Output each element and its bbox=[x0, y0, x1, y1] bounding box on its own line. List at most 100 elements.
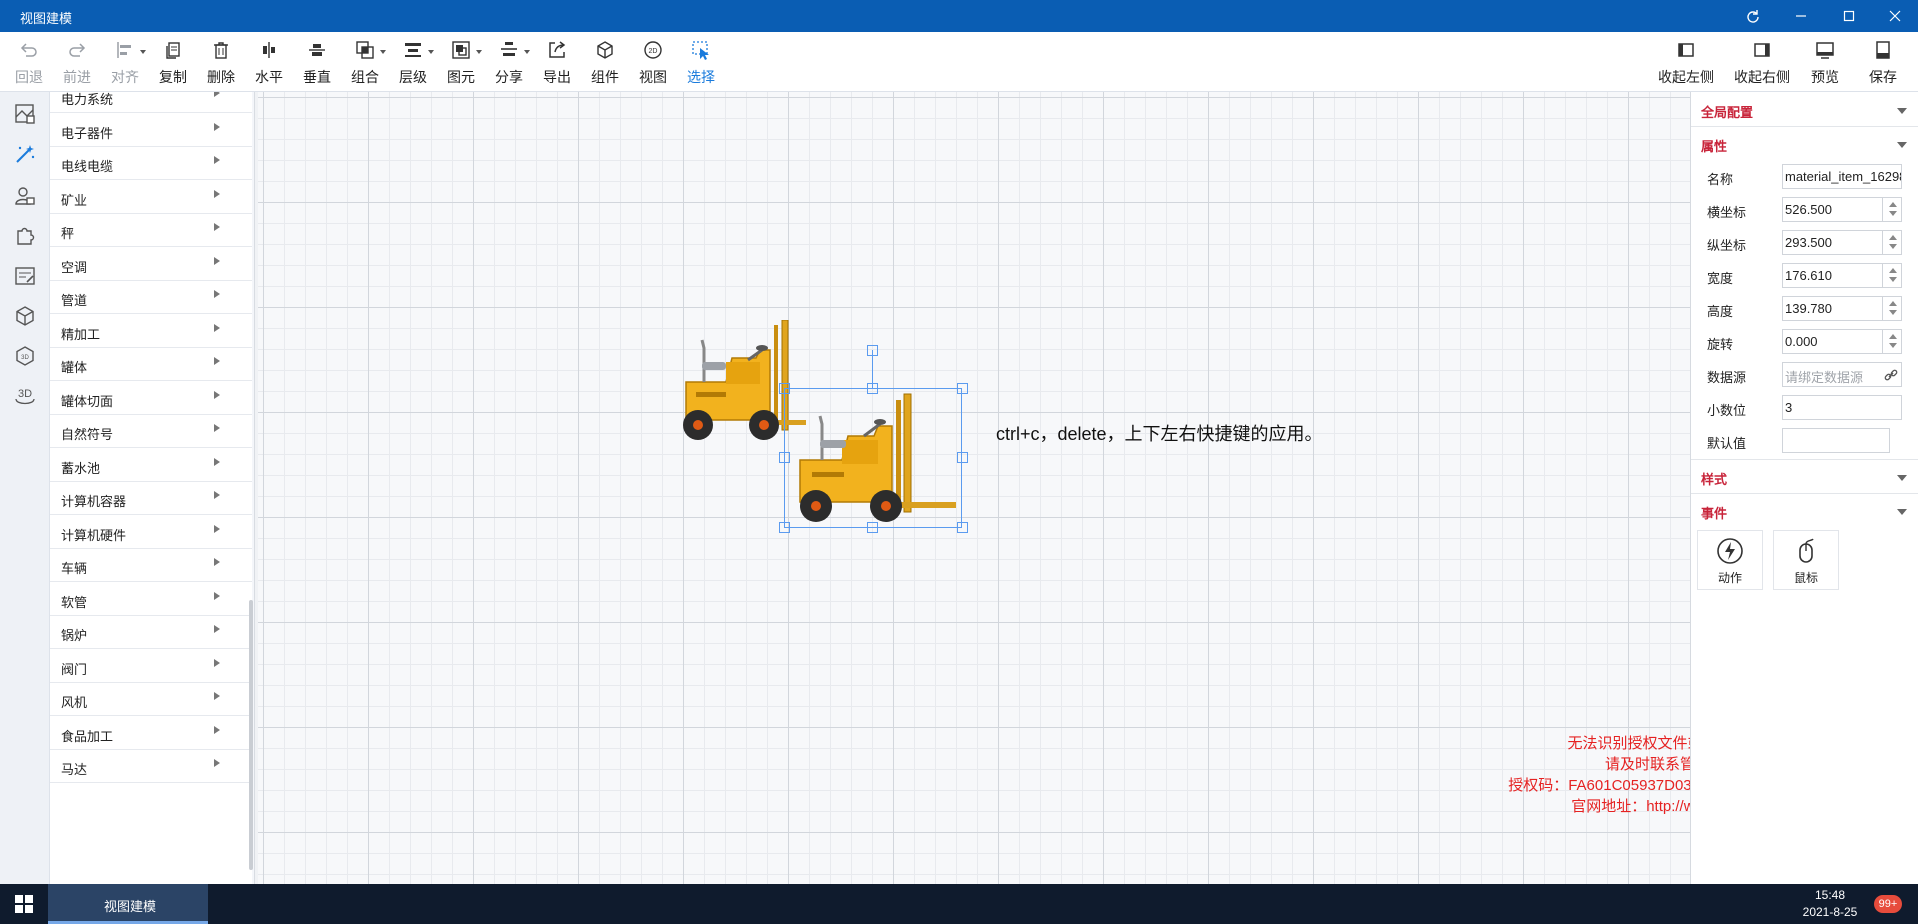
group-icon bbox=[356, 41, 374, 59]
mouse-event-button[interactable]: 鼠标 bbox=[1773, 530, 1839, 590]
rail-item-report[interactable] bbox=[9, 260, 41, 292]
category-label: 马达 bbox=[61, 762, 88, 777]
distribute-button[interactable]: 分享 bbox=[486, 36, 532, 88]
rail-item-3d[interactable]: 3D bbox=[9, 380, 41, 412]
rail-item-user[interactable] bbox=[9, 180, 41, 212]
category-item[interactable]: 罐体切面 bbox=[50, 382, 252, 415]
copy-button[interactable]: 复制 bbox=[150, 36, 196, 88]
category-label: 车辆 bbox=[61, 561, 88, 576]
taskbar-app-view-modeling[interactable]: 视图建模 bbox=[48, 884, 208, 924]
rotate-stepper[interactable] bbox=[1882, 329, 1902, 354]
resize-handle-ne[interactable] bbox=[957, 383, 968, 394]
category-item[interactable]: 车辆 bbox=[50, 549, 252, 582]
resize-handle-nw[interactable] bbox=[779, 383, 790, 394]
category-item[interactable]: 秤 bbox=[50, 214, 252, 247]
component-button[interactable]: 组件 bbox=[582, 36, 628, 88]
category-item[interactable]: 计算机硬件 bbox=[50, 516, 252, 549]
style-header[interactable]: 样式 bbox=[1691, 459, 1918, 493]
primitive-button[interactable]: 图元 bbox=[438, 36, 484, 88]
refresh-button[interactable] bbox=[1730, 0, 1776, 32]
style-title: 样式 bbox=[1701, 472, 1728, 487]
link-icon[interactable] bbox=[1883, 367, 1899, 383]
notification-badge[interactable]: 99+ bbox=[1874, 895, 1902, 913]
rail-item-scene[interactable] bbox=[9, 98, 41, 130]
design-canvas[interactable]: ctrl+c，delete，上下左右快捷键的应用。 无法识别授权文件或注册文件失… bbox=[258, 92, 1690, 884]
resize-handle-s[interactable] bbox=[867, 522, 878, 533]
category-scrollbar[interactable] bbox=[249, 600, 253, 870]
prop-decimal-row: 小数位 3 bbox=[1691, 391, 1918, 424]
prop-x-label: 横坐标 bbox=[1707, 205, 1747, 220]
resize-handle-sw[interactable] bbox=[779, 522, 790, 533]
properties-header[interactable]: 属性 bbox=[1691, 126, 1918, 160]
collapse-left-button[interactable]: 收起左侧 bbox=[1658, 36, 1714, 88]
category-item[interactable]: 自然符号 bbox=[50, 415, 252, 448]
category-item[interactable]: 计算机容器 bbox=[50, 482, 252, 515]
preview-button[interactable]: 预览 bbox=[1802, 36, 1848, 88]
select-icon bbox=[692, 41, 709, 60]
y-stepper[interactable] bbox=[1882, 230, 1902, 255]
width-stepper[interactable] bbox=[1882, 263, 1902, 288]
shortcut-hint-text: ctrl+c，delete，上下左右快捷键的应用。 bbox=[996, 424, 1323, 444]
category-item[interactable]: 锅炉 bbox=[50, 616, 252, 649]
save-button[interactable]: 保存 bbox=[1860, 36, 1906, 88]
category-item[interactable]: 电子器件 bbox=[50, 114, 252, 147]
chevron-right-icon bbox=[214, 524, 220, 533]
collapse-left-icon bbox=[1678, 43, 1694, 57]
category-item[interactable]: 阀门 bbox=[50, 650, 252, 683]
undo-button[interactable]: 回退 bbox=[6, 36, 52, 88]
category-item[interactable]: 空调 bbox=[50, 248, 252, 281]
horizontal-icon bbox=[263, 42, 275, 58]
align-button[interactable]: 对齐 bbox=[102, 36, 148, 88]
delete-button[interactable]: 删除 bbox=[198, 36, 244, 88]
category-item[interactable]: 蓄水池 bbox=[50, 449, 252, 482]
category-item[interactable]: 精加工 bbox=[50, 315, 252, 348]
category-item[interactable]: 管道 bbox=[50, 281, 252, 314]
rotate-handle[interactable] bbox=[867, 345, 878, 356]
copy-icon bbox=[166, 42, 180, 59]
vertical-button[interactable]: 垂直 bbox=[294, 36, 340, 88]
collapse-right-button[interactable]: 收起右侧 bbox=[1734, 36, 1790, 88]
layer-button[interactable]: 层级 bbox=[390, 36, 436, 88]
resize-handle-n[interactable] bbox=[867, 383, 878, 394]
height-stepper[interactable] bbox=[1882, 296, 1902, 321]
x-stepper[interactable] bbox=[1882, 197, 1902, 222]
category-item[interactable]: 罐体 bbox=[50, 348, 252, 381]
horizontal-button[interactable]: 水平 bbox=[246, 36, 292, 88]
default-value-input[interactable] bbox=[1782, 428, 1890, 453]
title-bar: 视图建模 bbox=[0, 0, 1918, 32]
chevron-right-icon bbox=[214, 625, 220, 633]
action-event-button[interactable]: 动作 bbox=[1697, 530, 1763, 590]
rail-item-magic[interactable] bbox=[9, 138, 41, 170]
export-button[interactable]: 导出 bbox=[534, 36, 580, 88]
category-item[interactable]: 矿业 bbox=[50, 181, 252, 214]
minimize-button[interactable] bbox=[1778, 0, 1824, 32]
redo-button[interactable]: 前进 bbox=[54, 36, 100, 88]
rail-item-3d-box[interactable]: 3D bbox=[9, 340, 41, 372]
vertical-icon bbox=[309, 44, 325, 56]
properties-panel: 全局配置 属性 名称 material_item_16298 横坐标 526.5… bbox=[1690, 92, 1918, 884]
system-clock[interactable]: 15:48 2021-8-25 bbox=[1780, 887, 1880, 921]
rail-item-cube[interactable] bbox=[9, 300, 41, 332]
start-button[interactable] bbox=[0, 884, 48, 924]
category-item[interactable]: 食品加工 bbox=[50, 717, 252, 750]
resize-handle-w[interactable] bbox=[779, 452, 790, 463]
category-item[interactable]: 风机 bbox=[50, 683, 252, 716]
event-header[interactable]: 事件 bbox=[1691, 493, 1918, 527]
view-button[interactable]: 2D 视图 bbox=[630, 36, 676, 88]
export-label: 导出 bbox=[543, 69, 571, 85]
close-button[interactable] bbox=[1872, 0, 1918, 32]
global-config-header[interactable]: 全局配置 bbox=[1691, 92, 1918, 126]
select-button[interactable]: 选择 bbox=[678, 36, 724, 88]
category-item[interactable]: 电线电缆 bbox=[50, 147, 252, 180]
resize-handle-se[interactable] bbox=[957, 522, 968, 533]
name-input[interactable]: material_item_16298 bbox=[1782, 164, 1902, 189]
category-item[interactable]: 电力系统 bbox=[50, 92, 252, 113]
windows-icon bbox=[15, 895, 33, 913]
group-button[interactable]: 组合 bbox=[342, 36, 388, 88]
category-item[interactable]: 软管 bbox=[50, 583, 252, 616]
maximize-button[interactable] bbox=[1826, 0, 1872, 32]
resize-handle-e[interactable] bbox=[957, 452, 968, 463]
rail-item-plugin[interactable] bbox=[9, 220, 41, 252]
decimal-input[interactable]: 3 bbox=[1782, 395, 1902, 420]
category-item[interactable]: 马达 bbox=[50, 750, 252, 783]
